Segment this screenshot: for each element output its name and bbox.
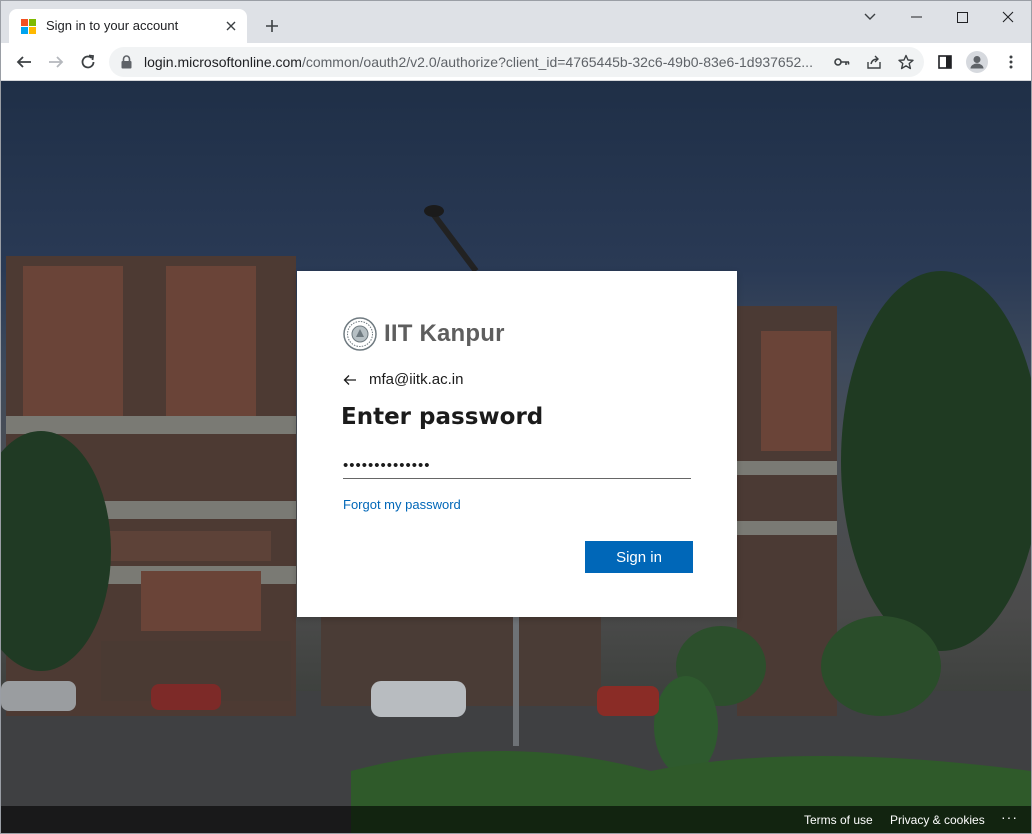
maximize-button[interactable] (939, 3, 985, 31)
microsoft-logo-icon (21, 19, 36, 34)
browser-tab[interactable]: Sign in to your account (9, 9, 247, 43)
page-footer: Terms of use Privacy & cookies ··· (1, 806, 1031, 833)
address-bar[interactable]: login.microsoftonline.com/common/oauth2/… (109, 47, 924, 77)
terms-of-use-link[interactable]: Terms of use (804, 813, 873, 827)
back-button[interactable] (10, 48, 38, 76)
identity-banner[interactable]: mfa@iitk.ac.in (343, 371, 463, 388)
organization-name: IIT Kanpur (384, 320, 505, 347)
page-title: Enter password (341, 404, 544, 430)
profile-avatar-icon[interactable] (963, 48, 991, 76)
minimize-button[interactable] (893, 3, 939, 31)
organization-logo: IIT Kanpur (343, 317, 505, 351)
key-icon[interactable] (831, 51, 853, 73)
back-arrow-icon[interactable] (343, 373, 361, 387)
close-tab-icon[interactable] (221, 16, 241, 36)
lock-icon[interactable] (121, 55, 132, 74)
new-tab-button[interactable] (259, 13, 285, 39)
tab-search-icon[interactable] (847, 3, 893, 31)
tab-title: Sign in to your account (46, 18, 179, 33)
reload-button[interactable] (74, 48, 102, 76)
privacy-cookies-link[interactable]: Privacy & cookies (890, 813, 985, 827)
page-viewport: IIT Kanpur mfa@iitk.ac.in Enter password… (1, 81, 1031, 833)
iitk-seal-icon (343, 317, 377, 351)
browser-window: Sign in to your account login.microsofto… (0, 0, 1032, 834)
url-text[interactable]: login.microsoftonline.com/common/oauth2/… (144, 54, 824, 70)
side-panel-icon[interactable] (931, 48, 959, 76)
close-window-button[interactable] (985, 3, 1031, 31)
signin-button[interactable]: Sign in (585, 541, 693, 573)
forgot-password-link[interactable]: Forgot my password (343, 497, 461, 512)
share-icon[interactable] (863, 51, 885, 73)
url-host: login.microsoftonline.com (144, 54, 302, 70)
browser-toolbar: login.microsoftonline.com/common/oauth2/… (1, 43, 1031, 81)
menu-kebab-icon[interactable] (997, 48, 1025, 76)
bookmark-star-icon[interactable] (895, 51, 917, 73)
signin-card: IIT Kanpur mfa@iitk.ac.in Enter password… (297, 271, 737, 617)
tab-strip: Sign in to your account (1, 1, 1031, 43)
password-field[interactable] (343, 449, 691, 479)
more-options-icon[interactable]: ··· (1001, 809, 1018, 825)
forward-button[interactable] (42, 48, 70, 76)
username-text: mfa@iitk.ac.in (369, 371, 464, 388)
url-path: /common/oauth2/v2.0/authorize?client_id=… (301, 54, 813, 70)
